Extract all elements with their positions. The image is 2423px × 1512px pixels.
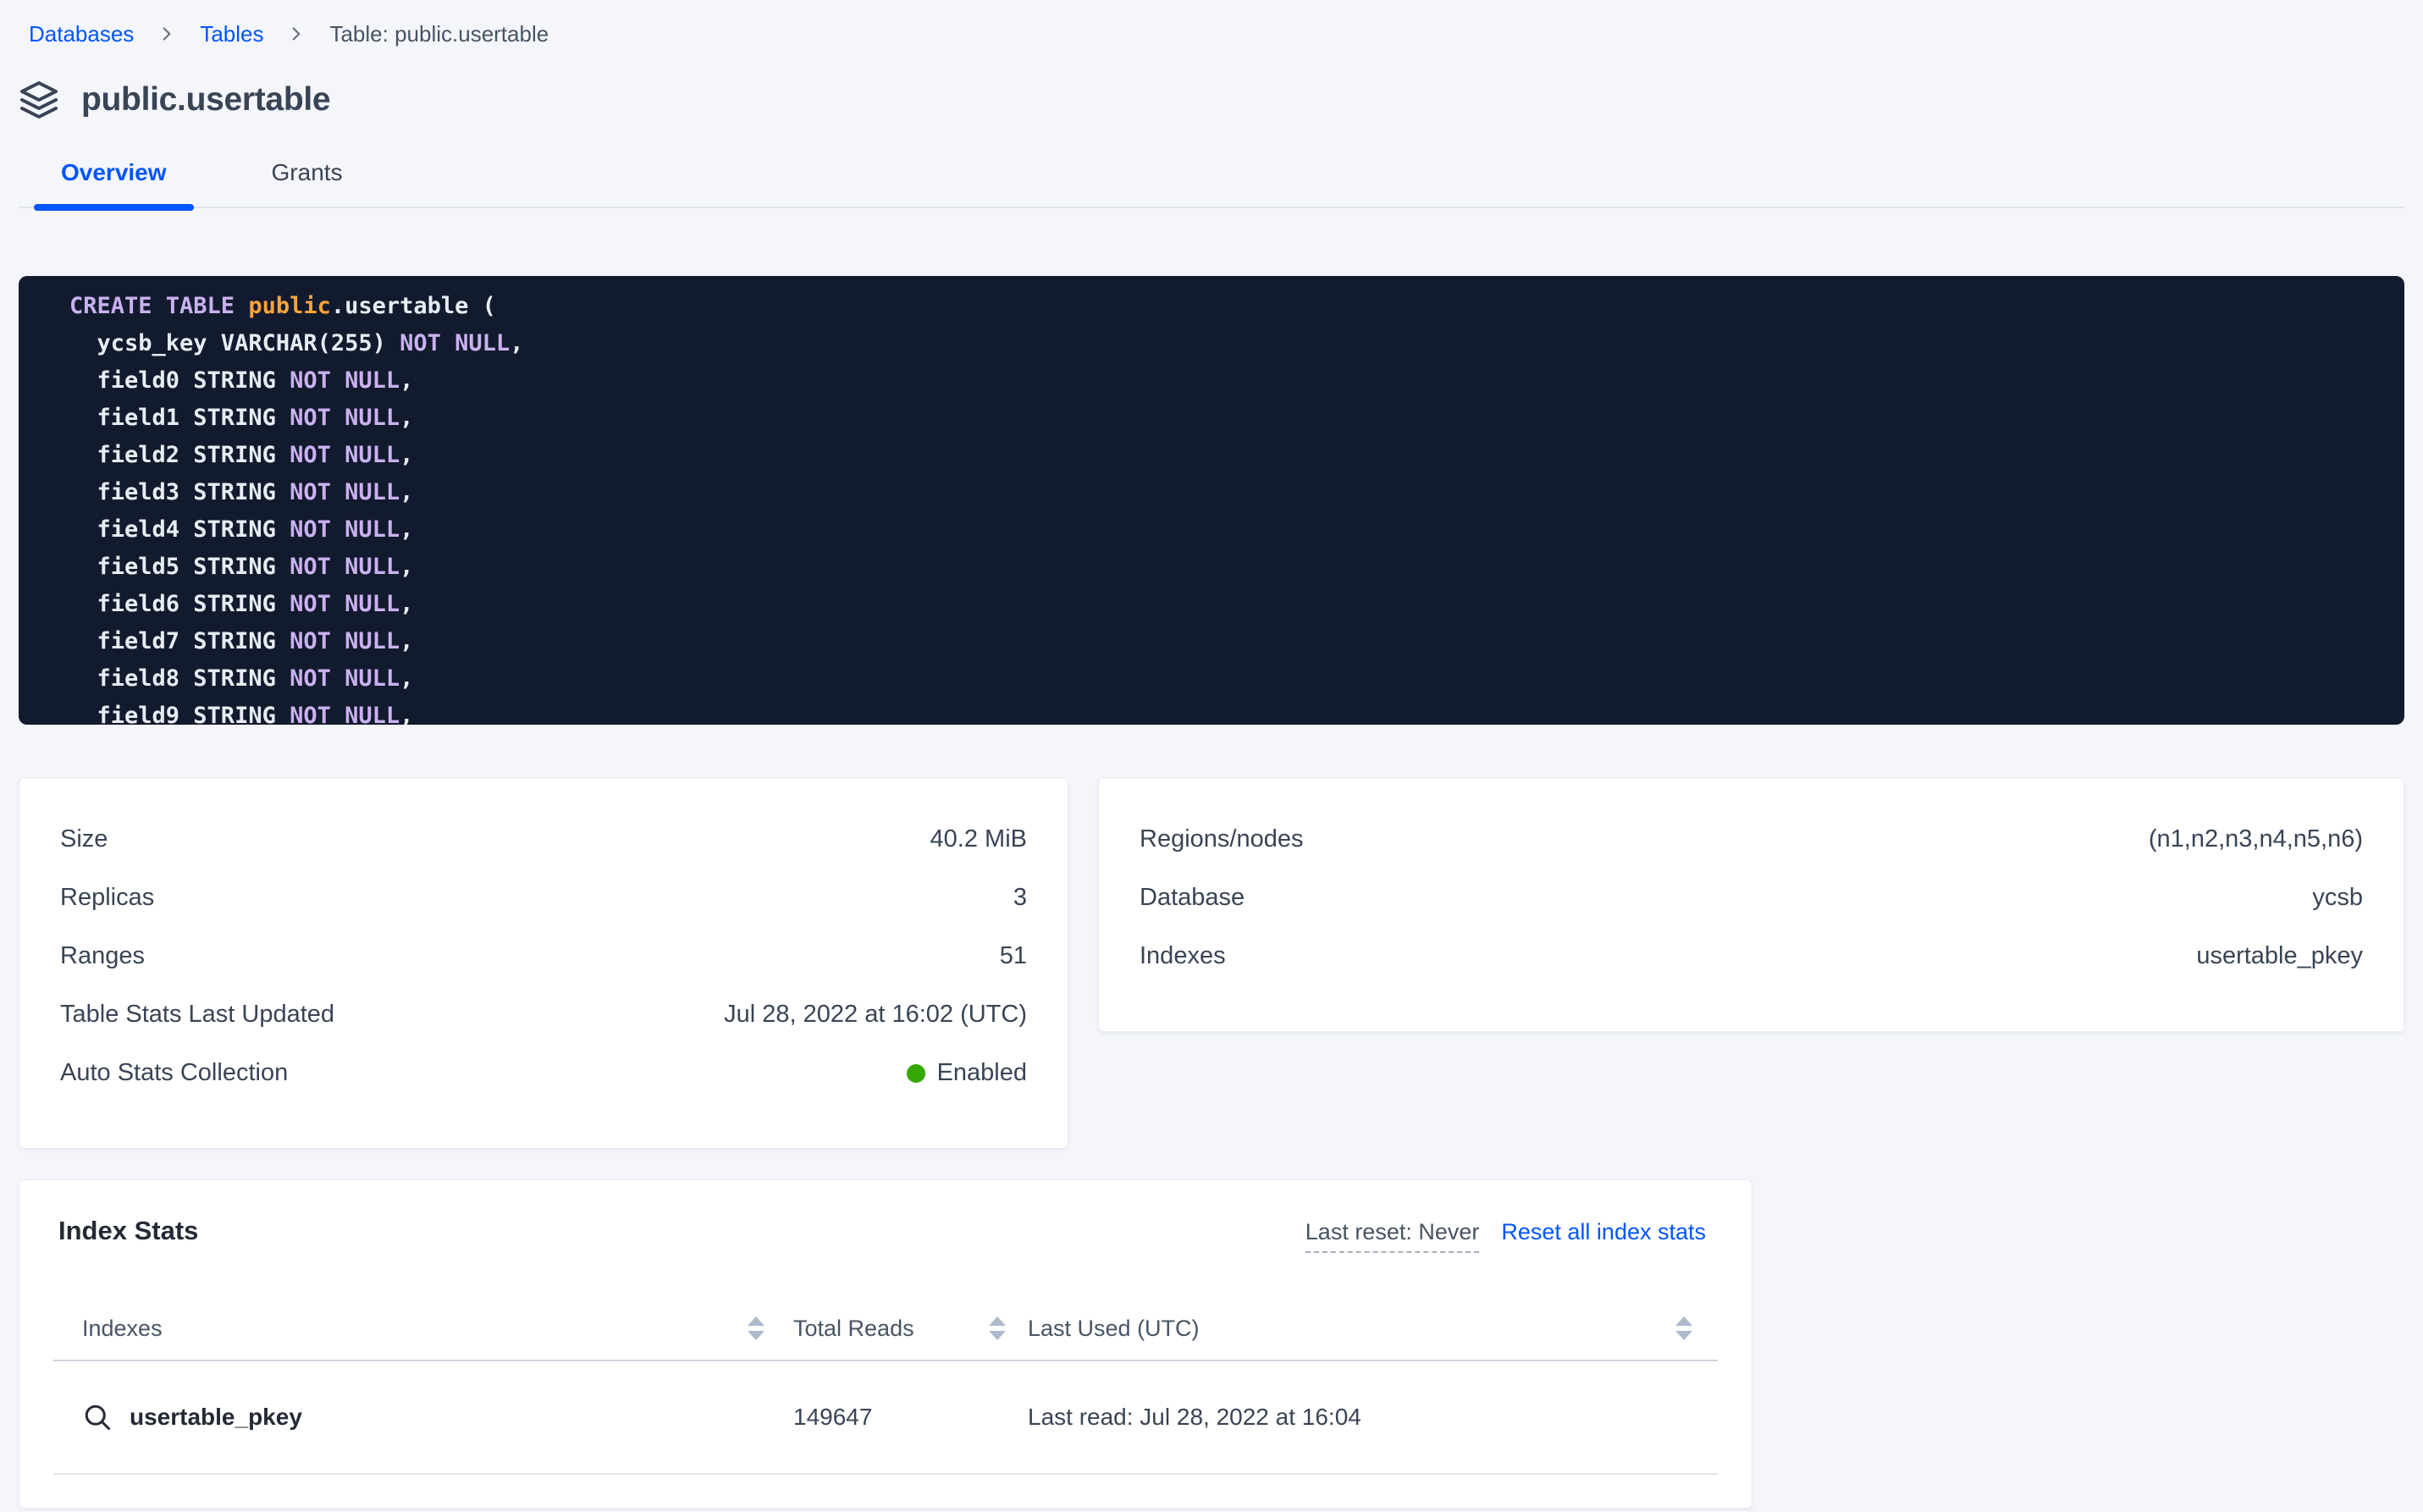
stat-value: 3 bbox=[1013, 884, 1027, 912]
table-details-page: Databases Tables Table: public.usertable… bbox=[0, 0, 2423, 1509]
column-header-total-reads[interactable]: Total Reads bbox=[787, 1316, 1028, 1342]
page-title-row: public.usertable bbox=[19, 80, 2404, 120]
stat-row-regions: Regions/nodes (n1,n2,n3,n4,n5,n6) bbox=[1140, 810, 2363, 869]
stat-row-replicas: Replicas 3 bbox=[60, 869, 1027, 927]
stat-label: Ranges bbox=[60, 942, 145, 970]
sort-arrows-icon[interactable] bbox=[1675, 1316, 1692, 1340]
index-stats-card: Index Stats Last reset: Never Reset all … bbox=[19, 1179, 1752, 1509]
layers-icon bbox=[19, 80, 59, 120]
stat-row-indexes: Indexes usertable_pkey bbox=[1140, 927, 2363, 985]
column-header-last-used[interactable]: Last Used (UTC) bbox=[1028, 1316, 1718, 1342]
sort-arrows-icon[interactable] bbox=[989, 1316, 1006, 1340]
tab-grants[interactable]: Grants bbox=[245, 159, 370, 207]
stat-label: Replicas bbox=[60, 884, 154, 912]
sort-arrows-icon[interactable] bbox=[748, 1316, 764, 1340]
stat-label: Indexes bbox=[1140, 942, 1226, 970]
status-text: Enabled bbox=[937, 1059, 1027, 1087]
stats-cards-row: Size 40.2 MiB Replicas 3 Ranges 51 Table… bbox=[19, 777, 2404, 1149]
breadcrumb-current: Table: public.usertable bbox=[329, 21, 549, 47]
stat-row-size: Size 40.2 MiB bbox=[60, 810, 1027, 869]
stat-label: Size bbox=[60, 825, 108, 853]
stat-value: (n1,n2,n3,n4,n5,n6) bbox=[2149, 825, 2363, 853]
last-used-value: Last read: Jul 28, 2022 at 16:04 bbox=[1028, 1404, 1361, 1431]
last-used-cell: Last read: Jul 28, 2022 at 16:04 bbox=[1028, 1404, 1718, 1431]
table-meta-card: Regions/nodes (n1,n2,n3,n4,n5,n6) Databa… bbox=[1098, 777, 2404, 1032]
index-name-cell: usertable_pkey bbox=[53, 1402, 787, 1432]
create-statement-box: CREATE TABLE public.usertable ( ycsb_key… bbox=[19, 276, 2404, 725]
breadcrumb: Databases Tables Table: public.usertable bbox=[19, 14, 2404, 54]
stat-row-stats-updated: Table Stats Last Updated Jul 28, 2022 at… bbox=[60, 985, 1027, 1044]
stat-value: Jul 28, 2022 at 16:02 (UTC) bbox=[724, 1001, 1027, 1029]
stat-label: Database bbox=[1140, 884, 1245, 912]
tab-overview[interactable]: Overview bbox=[34, 159, 194, 207]
breadcrumb-link-tables[interactable]: Tables bbox=[200, 21, 263, 47]
stat-label: Auto Stats Collection bbox=[60, 1059, 288, 1087]
stat-value: 51 bbox=[1000, 942, 1027, 970]
tab-bar: Overview Grants bbox=[19, 159, 2404, 208]
chevron-right-icon bbox=[285, 23, 307, 45]
stat-row-ranges: Ranges 51 bbox=[60, 927, 1027, 985]
reset-index-stats-link[interactable]: Reset all index stats bbox=[1501, 1219, 1706, 1245]
index-name-link[interactable]: usertable_pkey bbox=[130, 1404, 302, 1431]
stat-value: 40.2 MiB bbox=[930, 825, 1027, 853]
stat-value: ycsb bbox=[2312, 884, 2363, 912]
column-label: Indexes bbox=[82, 1316, 163, 1342]
index-stats-title: Index Stats bbox=[58, 1216, 198, 1246]
stat-row-auto-stats: Auto Stats Collection Enabled bbox=[60, 1044, 1027, 1102]
stat-label: Table Stats Last Updated bbox=[60, 1001, 334, 1029]
page-title: public.usertable bbox=[81, 81, 330, 119]
last-reset-label: Last reset: Never bbox=[1305, 1219, 1480, 1253]
status-enabled-dot bbox=[907, 1064, 925, 1083]
status-value: Enabled bbox=[907, 1059, 1027, 1087]
stat-row-database: Database ycsb bbox=[1140, 869, 2363, 927]
breadcrumb-link-databases[interactable]: Databases bbox=[29, 21, 134, 47]
column-label: Total Reads bbox=[793, 1316, 914, 1342]
search-icon bbox=[82, 1402, 113, 1432]
index-table-header-row: Indexes Total Reads Last Used (UTC) bbox=[53, 1297, 1718, 1361]
chevron-right-icon bbox=[156, 23, 178, 45]
column-label: Last Used (UTC) bbox=[1028, 1316, 1200, 1342]
index-table-row[interactable]: usertable_pkey 149647 Last read: Jul 28,… bbox=[53, 1361, 1718, 1475]
index-stats-actions: Last reset: Never Reset all index stats bbox=[1305, 1219, 1706, 1253]
total-reads-cell: 149647 bbox=[787, 1404, 1028, 1431]
total-reads-value: 149647 bbox=[793, 1404, 872, 1431]
table-stats-card: Size 40.2 MiB Replicas 3 Ranges 51 Table… bbox=[19, 777, 1068, 1149]
column-header-indexes[interactable]: Indexes bbox=[53, 1316, 787, 1342]
stat-label: Regions/nodes bbox=[1140, 825, 1303, 853]
stat-value: usertable_pkey bbox=[2196, 942, 2363, 970]
sql-code: CREATE TABLE public.usertable ( ycsb_key… bbox=[69, 288, 2387, 725]
index-stats-table: Indexes Total Reads Last Used (UTC) bbox=[53, 1297, 1718, 1475]
index-stats-header: Index Stats Last reset: Never Reset all … bbox=[53, 1216, 1718, 1253]
